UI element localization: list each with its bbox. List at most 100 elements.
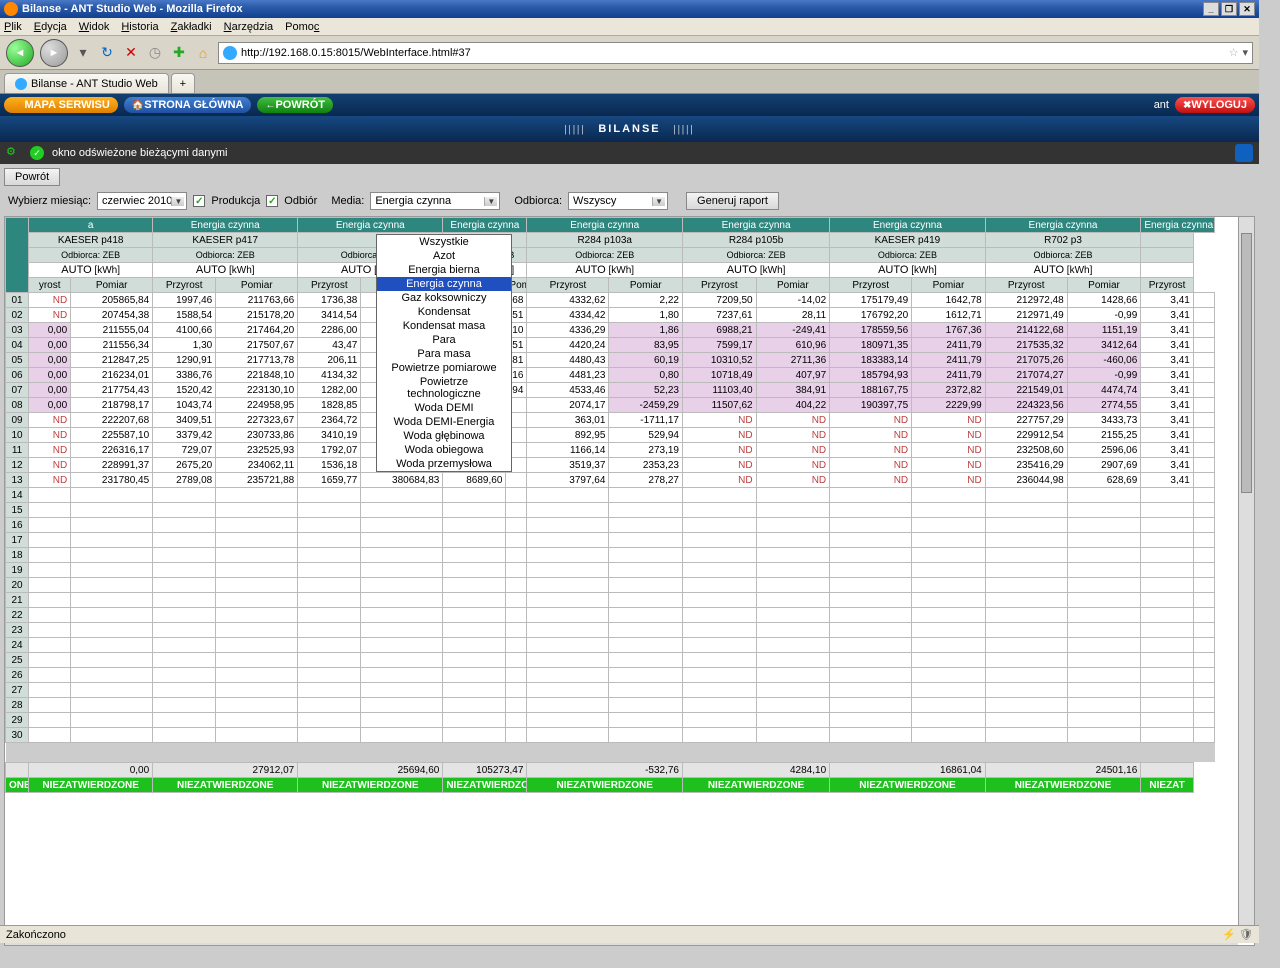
- dropdown-option[interactable]: Energia bierna: [377, 263, 511, 277]
- dropdown-option[interactable]: Woda DEMI: [377, 401, 511, 415]
- gear-icon[interactable]: ⚙: [6, 145, 22, 161]
- media-select[interactable]: Energia czynna: [370, 192, 500, 210]
- table-row: 23: [6, 623, 1215, 638]
- new-tab-button[interactable]: +: [171, 73, 195, 93]
- home-icon[interactable]: ⌂: [194, 44, 212, 62]
- table-row: 14: [6, 488, 1215, 503]
- dropdown-option[interactable]: Gaz koksowniczy: [377, 291, 511, 305]
- dropdown-option[interactable]: Para: [377, 333, 511, 347]
- minimize-button[interactable]: _: [1203, 2, 1219, 16]
- table-row: 21: [6, 593, 1215, 608]
- month-select[interactable]: czerwiec 2010: [97, 192, 187, 210]
- dropdown-option[interactable]: Energia czynna: [377, 277, 511, 291]
- status-row: ⚙ ✓ okno odświeżone bieżącymi danymi: [0, 142, 1259, 164]
- tab-label: Bilanse - ANT Studio Web: [31, 78, 158, 90]
- check-icon: ✓: [30, 146, 44, 160]
- table-row: 13ND231780,452789,08235721,881659,773806…: [6, 473, 1215, 488]
- dropdown-option[interactable]: Woda DEMI-Energia: [377, 415, 511, 429]
- window-title: Bilanse - ANT Studio Web - Mozilla Firef…: [22, 3, 243, 15]
- table-row: 17: [6, 533, 1215, 548]
- nav-powrot[interactable]: ← POWRÓT: [257, 97, 333, 113]
- table-row: 080,00218798,171043,74224958,951828,8533…: [6, 398, 1215, 413]
- checkbox-odbior[interactable]: ✓: [266, 195, 278, 207]
- status-icons: ⚡ 🛡: [1222, 928, 1253, 941]
- addon-icon[interactable]: ✚: [170, 44, 188, 62]
- star-icon[interactable]: ☆: [1229, 46, 1239, 59]
- label-odbior: Odbiór: [284, 195, 317, 207]
- clock-icon[interactable]: ◷: [146, 44, 164, 62]
- nav-strona-glowna[interactable]: 🏠 STRONA GŁÓWNA: [124, 97, 252, 113]
- dropdown-option[interactable]: Powietrze technologiczne: [377, 375, 511, 401]
- close-button[interactable]: ✕: [1239, 2, 1255, 16]
- maximize-button[interactable]: ❐: [1221, 2, 1237, 16]
- dropdown-option[interactable]: Wszystkie: [377, 235, 511, 249]
- speaker-icon[interactable]: [1235, 144, 1253, 162]
- table-row: 030,00211555,044100,66217464,202286,0010…: [6, 323, 1215, 338]
- dropdown-option[interactable]: Kondensat: [377, 305, 511, 319]
- table-row: 060,00216234,013386,76221848,104134,3216…: [6, 368, 1215, 383]
- status-message: okno odświeżone bieżącymi danymi: [52, 147, 227, 159]
- stop-icon[interactable]: ✕: [122, 44, 140, 62]
- tabstrip: Bilanse - ANT Studio Web +: [0, 70, 1259, 94]
- table-row: 22: [6, 608, 1215, 623]
- vertical-scrollbar[interactable]: [1238, 217, 1254, 929]
- dropdown-option[interactable]: Woda obiegowa: [377, 443, 511, 457]
- dropdown-icon[interactable]: ▾: [74, 44, 92, 62]
- nav-mapa-serwisu[interactable]: 🔸 MAPA SERWISU: [4, 97, 118, 113]
- url-input[interactable]: [241, 47, 1229, 59]
- table-row: 050,00212847,251290,91217713,78206,11814…: [6, 353, 1215, 368]
- dropdown-option[interactable]: Woda głębinowa: [377, 429, 511, 443]
- menu-pomoc[interactable]: Pomoc: [285, 21, 319, 33]
- site-icon: [223, 46, 237, 60]
- table-row: 18: [6, 548, 1215, 563]
- tab-bilanse[interactable]: Bilanse - ANT Studio Web: [4, 73, 169, 93]
- reload-icon[interactable]: ↻: [98, 44, 116, 62]
- media-dropdown-list[interactable]: WszystkieAzotEnergia biernaEnergia czynn…: [376, 234, 512, 472]
- table-row: 29: [6, 713, 1215, 728]
- menu-zakladki[interactable]: Zakładki: [171, 21, 212, 33]
- table-row: 24: [6, 638, 1215, 653]
- label-odbiorca: Odbiorca:: [514, 195, 562, 207]
- forward-button[interactable]: ►: [40, 39, 68, 67]
- app-title: ||||| BILANSE |||||: [0, 116, 1259, 142]
- label-media: Media:: [331, 195, 364, 207]
- nav-wyloguj[interactable]: ✖ WYLOGUJ: [1175, 97, 1255, 113]
- table-row: 09ND222207,683409,51227323,672364,723439…: [6, 413, 1215, 428]
- menu-bar: Plik Edycja Widok Historia Zakładki Narz…: [0, 18, 1259, 36]
- table-row: 25: [6, 653, 1215, 668]
- table-row: 15: [6, 503, 1215, 518]
- table-row: 10ND225587,103379,42230733,863410,193546…: [6, 428, 1215, 443]
- status-text: Zakończono: [6, 929, 66, 941]
- dropdown-option[interactable]: Woda przemysłowa: [377, 457, 511, 471]
- back-button[interactable]: ◄: [6, 39, 34, 67]
- table-row: 28: [6, 698, 1215, 713]
- powrot-button[interactable]: Powrót: [4, 168, 60, 186]
- odbiorca-select[interactable]: Wszyscy: [568, 192, 668, 210]
- menu-narzedzia[interactable]: Narzędzia: [224, 21, 274, 33]
- checkbox-produkcja[interactable]: ✓: [193, 195, 205, 207]
- browser-status-bar: Zakończono ⚡ 🛡: [0, 925, 1259, 943]
- dropdown-option[interactable]: Azot: [377, 249, 511, 263]
- label-wybierz: Wybierz miesiąc:: [8, 195, 91, 207]
- table-row: 02ND207454,381588,54215178,203414,545143…: [6, 308, 1215, 323]
- go-dropdown-icon[interactable]: ▾: [1242, 46, 1248, 59]
- url-bar[interactable]: ☆ ▾: [218, 42, 1253, 64]
- filters-row: Wybierz miesiąc: czerwiec 2010 ✓ Produkc…: [4, 186, 1255, 216]
- menu-plik[interactable]: Plik: [4, 21, 22, 33]
- table-row: 11ND226316,17729,07232525,931792,0736342…: [6, 443, 1215, 458]
- tab-favicon: [15, 78, 27, 90]
- menu-edycja[interactable]: Edycja: [34, 21, 67, 33]
- menu-historia[interactable]: Historia: [121, 21, 158, 33]
- dropdown-option[interactable]: Para masa: [377, 347, 511, 361]
- dropdown-option[interactable]: Powietrze pomiarowe: [377, 361, 511, 375]
- table-row: 070,00217754,431520,42223130,101282,0094…: [6, 383, 1215, 398]
- dropdown-option[interactable]: Kondensat masa: [377, 319, 511, 333]
- generuj-raport-button[interactable]: Generuj raport: [686, 192, 779, 210]
- user-label: ant: [1154, 99, 1169, 111]
- table-row: 27: [6, 683, 1215, 698]
- label-produkcja: Produkcja: [211, 195, 260, 207]
- menu-widok[interactable]: Widok: [79, 21, 110, 33]
- table-row: 12ND228991,372675,20234062,111536,183719…: [6, 458, 1215, 473]
- table-row: 16: [6, 518, 1215, 533]
- toolbar: ◄ ► ▾ ↻ ✕ ◷ ✚ ⌂ ☆ ▾: [0, 36, 1259, 70]
